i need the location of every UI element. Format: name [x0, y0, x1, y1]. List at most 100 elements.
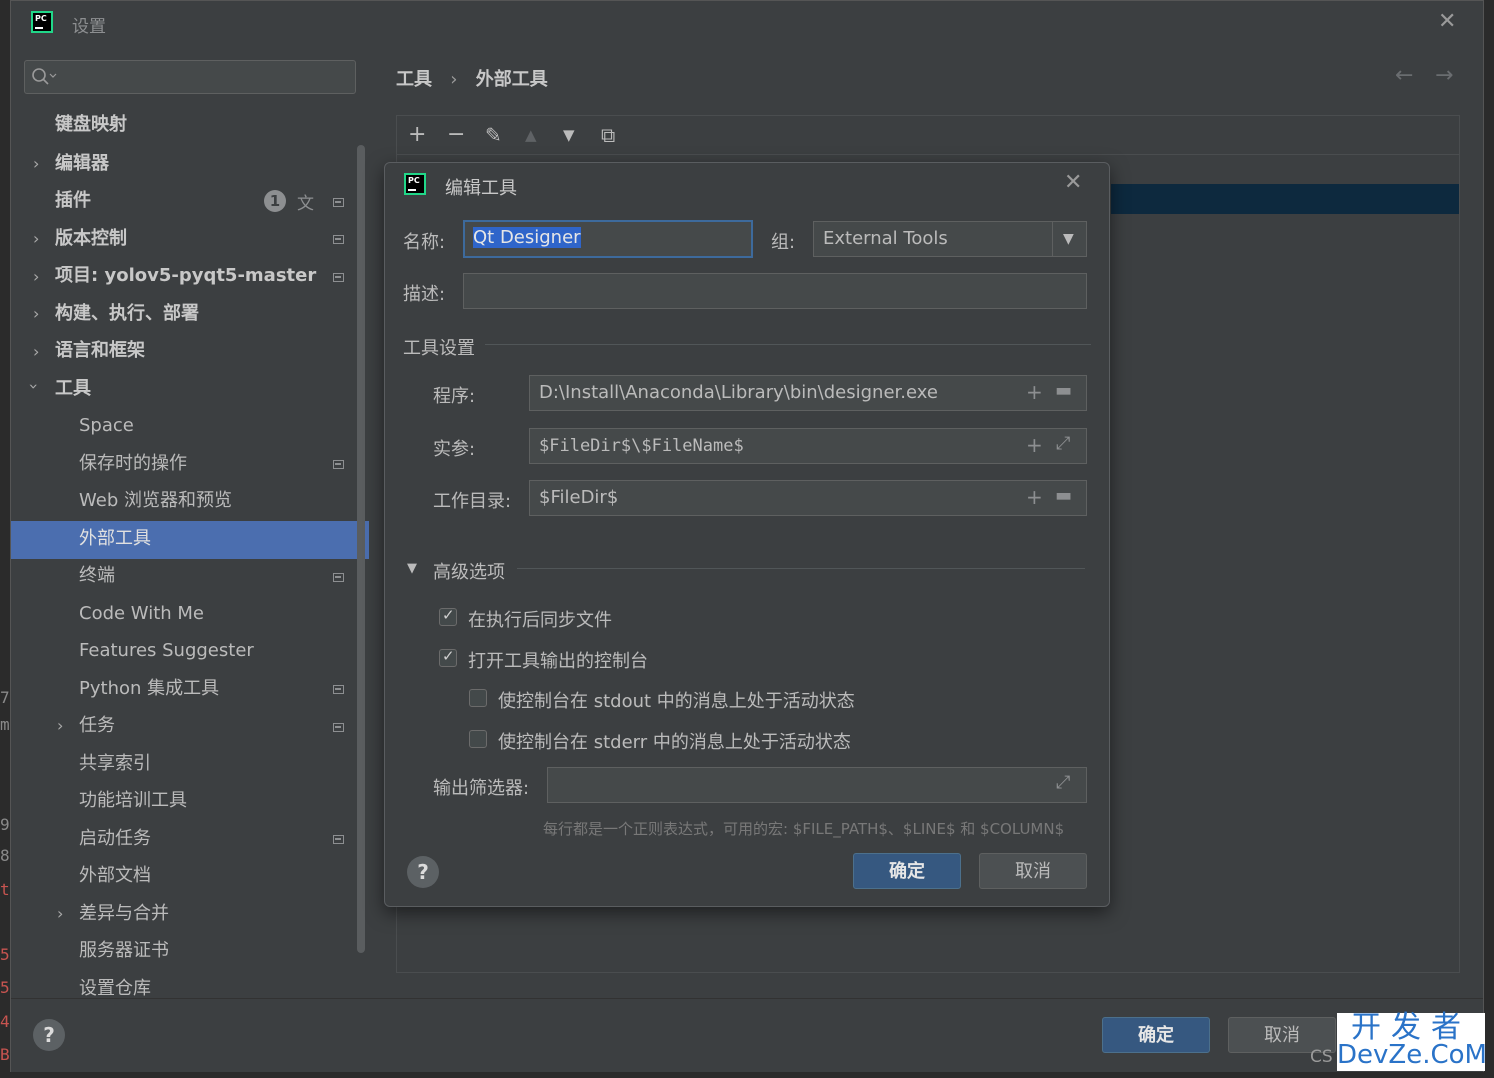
breadcrumb-parent[interactable]: 工具 — [396, 69, 432, 90]
remove-icon[interactable]: − — [447, 122, 465, 148]
working-dir-label: 工作目录: — [433, 491, 512, 512]
tool-settings-separator — [485, 344, 1091, 345]
copy-icon[interactable]: ⧉ — [601, 122, 615, 148]
ok-button[interactable]: 确定 — [1102, 1017, 1210, 1053]
sidebar-item-tasks[interactable]: 任务 — [79, 708, 115, 744]
sidebar-item-terminal[interactable]: 终端 — [79, 558, 115, 594]
sidebar-item-label: 插件 — [55, 190, 91, 211]
name-label: 名称: — [403, 232, 446, 253]
insert-macro-icon[interactable]: + — [1026, 380, 1043, 404]
insert-macro-icon[interactable]: + — [1026, 485, 1043, 509]
sidebar-item-python-integrated-tools[interactable]: Python 集成工具 — [79, 671, 219, 707]
arguments-input[interactable]: $FileDir$\$FileName$ — [529, 428, 1087, 464]
gutter-char: 7 — [0, 688, 10, 707]
open-console-checkbox[interactable] — [439, 647, 457, 667]
help-button[interactable]: ? — [33, 1019, 65, 1051]
insert-macro-icon[interactable]: + — [1026, 433, 1043, 457]
expand-icon[interactable]: ⤢ — [1056, 772, 1070, 793]
sidebar-item-build[interactable]: 构建、执行、部署 — [55, 296, 199, 332]
group-label: 组: — [771, 232, 796, 253]
chevron-right-icon[interactable]: › — [33, 342, 39, 361]
sidebar-item-label: 差异与合并 — [79, 903, 169, 924]
breadcrumb: 工具 › 外部工具 — [396, 65, 548, 91]
sidebar-item-space[interactable]: Space — [79, 408, 134, 444]
sync-files-checkbox[interactable] — [439, 606, 457, 626]
move-down-icon[interactable]: ▼ — [563, 122, 575, 148]
add-icon[interactable]: + — [408, 122, 426, 148]
settings-bottom-bar: ? 确定 取消 — [11, 998, 1483, 1072]
sidebar-item-external-tools[interactable]: 外部工具 — [79, 521, 151, 557]
gutter-char: 4 — [0, 1012, 10, 1031]
sidebar-item-external-docs[interactable]: 外部文档 — [79, 858, 151, 894]
expand-icon[interactable]: ⤢ — [1056, 433, 1070, 454]
description-input[interactable] — [463, 273, 1087, 309]
sidebar-item-label: 共享索引 — [79, 753, 151, 774]
chevron-right-icon[interactable]: › — [33, 229, 39, 248]
sidebar-item-label: 编辑器 — [55, 153, 109, 174]
plugins-badge: 1 — [264, 190, 286, 212]
chevron-down-icon: ▼ — [1063, 231, 1074, 247]
program-input[interactable]: D:\Install\Anaconda\Library\bin\designer… — [529, 375, 1087, 411]
output-filters-input[interactable] — [547, 767, 1087, 803]
project-settings-icon — [333, 273, 344, 282]
chevron-right-icon[interactable]: › — [33, 304, 39, 323]
edit-icon[interactable]: ✎ — [485, 122, 502, 148]
back-arrow-icon[interactable]: ← — [1395, 63, 1413, 88]
sidebar-item-training[interactable]: 功能培训工具 — [79, 783, 187, 819]
folder-icon[interactable]: ▬ — [1055, 380, 1072, 401]
search-input[interactable] — [24, 60, 356, 94]
stderr-active-checkbox[interactable] — [469, 730, 487, 748]
dialog-cancel-button[interactable]: 取消 — [979, 853, 1087, 889]
sidebar-item-shared-indexes[interactable]: 共享索引 — [79, 746, 151, 782]
output-filters-hint: 每行都是一个正则表达式，可用的宏: $FILE_PATH$、$LINE$ 和 $… — [543, 820, 1065, 838]
chevron-right-icon[interactable]: › — [33, 154, 39, 173]
sidebar-item-label: 版本控制 — [55, 228, 127, 249]
watermark-text-bottom: DevZe.CoM — [1337, 1040, 1487, 1070]
sidebar-item-tools[interactable]: 工具 — [55, 371, 91, 407]
group-select-value: External Tools — [823, 228, 948, 249]
project-settings-icon — [333, 685, 344, 694]
close-icon[interactable]: ✕ — [1064, 172, 1082, 194]
sidebar-item-label: 服务器证书 — [79, 940, 169, 961]
name-input-value: Qt Designer — [473, 227, 581, 248]
sidebar-item-server-certificates[interactable]: 服务器证书 — [79, 933, 169, 969]
sidebar-item-vcs[interactable]: 版本控制 — [55, 221, 127, 257]
name-input[interactable]: Qt Designer — [463, 220, 753, 258]
sidebar-item-label: 外部文档 — [79, 865, 151, 886]
sidebar-item-actions-on-save[interactable]: 保存时的操作 — [79, 446, 187, 482]
sidebar-item-label: Python 集成工具 — [79, 678, 220, 699]
dialog-ok-button[interactable]: 确定 — [853, 853, 961, 889]
working-dir-input[interactable]: $FileDir$ — [529, 480, 1087, 516]
chevron-right-icon[interactable]: › — [33, 267, 39, 286]
forward-arrow-icon[interactable]: → — [1435, 63, 1453, 88]
move-up-icon[interactable]: ▲ — [525, 122, 537, 148]
edit-tool-dialog: PC 编辑工具 ✕ 名称: Qt Designer 组: External To… — [384, 162, 1110, 907]
sidebar-item-languages[interactable]: 语言和框架 — [55, 333, 145, 369]
breadcrumb-current: 外部工具 — [475, 69, 548, 90]
group-select[interactable]: External Tools ▼ — [813, 221, 1087, 257]
chevron-right-icon[interactable]: › — [57, 904, 63, 923]
collapse-triangle-icon[interactable]: ▼ — [407, 561, 417, 576]
sidebar-item-keymap[interactable]: 键盘映射 — [55, 107, 127, 143]
sidebar-item-code-with-me[interactable]: Code With Me — [79, 596, 204, 632]
chevron-down-icon[interactable]: › — [25, 383, 44, 389]
sidebar-scrollbar[interactable] — [357, 145, 365, 953]
close-icon[interactable]: ✕ — [1438, 11, 1456, 33]
sidebar-item-diff-merge[interactable]: 差异与合并 — [79, 896, 169, 932]
sidebar-item-label: 设置仓库 — [79, 978, 151, 999]
sidebar-item-plugins[interactable]: 插件 — [55, 183, 91, 219]
description-label: 描述: — [403, 284, 446, 305]
advanced-options-header[interactable]: 高级选项 — [433, 558, 505, 584]
chevron-right-icon[interactable]: › — [57, 716, 63, 735]
program-label: 程序: — [433, 386, 476, 407]
folder-icon[interactable]: ▬ — [1055, 485, 1072, 506]
sidebar-item-editor[interactable]: 编辑器 — [55, 146, 109, 182]
sidebar-item-project[interactable]: 项目: yolov5-pyqt5-master — [55, 258, 316, 294]
help-button[interactable]: ? — [407, 856, 439, 888]
sidebar-item-startup-tasks[interactable]: 启动任务 — [79, 821, 151, 857]
stdout-active-checkbox[interactable] — [469, 689, 487, 707]
selected-tool-row[interactable] — [1111, 184, 1459, 214]
sidebar-item-features-suggester[interactable]: Features Suggester — [79, 633, 254, 669]
project-settings-icon — [333, 573, 344, 582]
sidebar-item-web-browsers[interactable]: Web 浏览器和预览 — [79, 483, 232, 519]
